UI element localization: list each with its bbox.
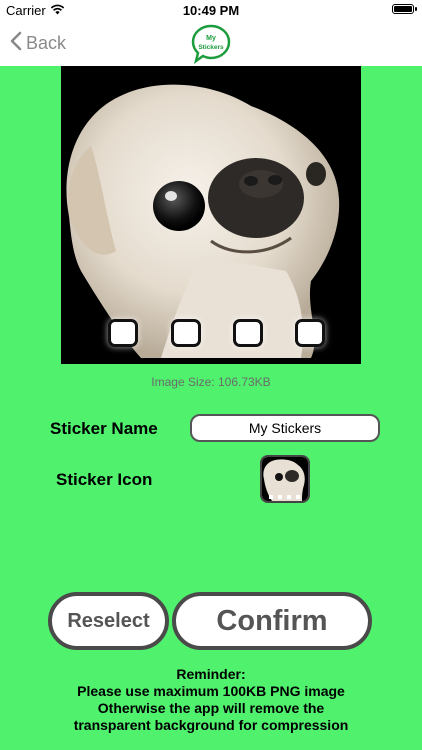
reminder-line-2: Otherwise the app will remove the [97, 700, 325, 716]
status-bar: Carrier 10:49 PM [0, 0, 422, 22]
reminder-line-1: Please use maximum 100KB PNG image [77, 683, 345, 699]
dog-thumbnail-image [262, 457, 308, 501]
status-time: 10:49 PM [182, 3, 240, 18]
reminder-title: Reminder: [176, 666, 246, 682]
image-size-label: Image Size: 106.73KB [151, 375, 271, 389]
film-hole [298, 322, 322, 344]
confirm-button[interactable]: Confirm [172, 592, 372, 650]
status-right [392, 4, 417, 14]
sticker-name-input[interactable]: My Stickers [190, 414, 380, 442]
film-hole [174, 322, 198, 344]
reminder-text: Reminder: Please use maximum 100KB PNG i… [0, 666, 422, 734]
reselect-button[interactable]: Reselect [48, 592, 169, 650]
dog-photo [66, 84, 340, 359]
back-label: Back [26, 33, 67, 53]
svg-text:My: My [206, 35, 216, 42]
sticker-name-label: Sticker Name [50, 419, 158, 438]
svg-text:Stickers: Stickers [198, 44, 224, 51]
sticker-preview-image [61, 66, 361, 364]
back-button[interactable]: Back [10, 31, 66, 56]
battery-icon [392, 4, 417, 14]
reminder-line-3: transparent background for compression [73, 717, 349, 733]
app-logo: My Stickers [191, 24, 231, 64]
navigation-bar: Back My Stickers [0, 22, 422, 66]
film-hole [236, 322, 260, 344]
sticker-icon-label: Sticker Icon [56, 470, 153, 489]
film-hole [111, 322, 135, 344]
sticker-icon-thumbnail[interactable] [260, 455, 310, 503]
chevron-left-icon [10, 31, 22, 56]
